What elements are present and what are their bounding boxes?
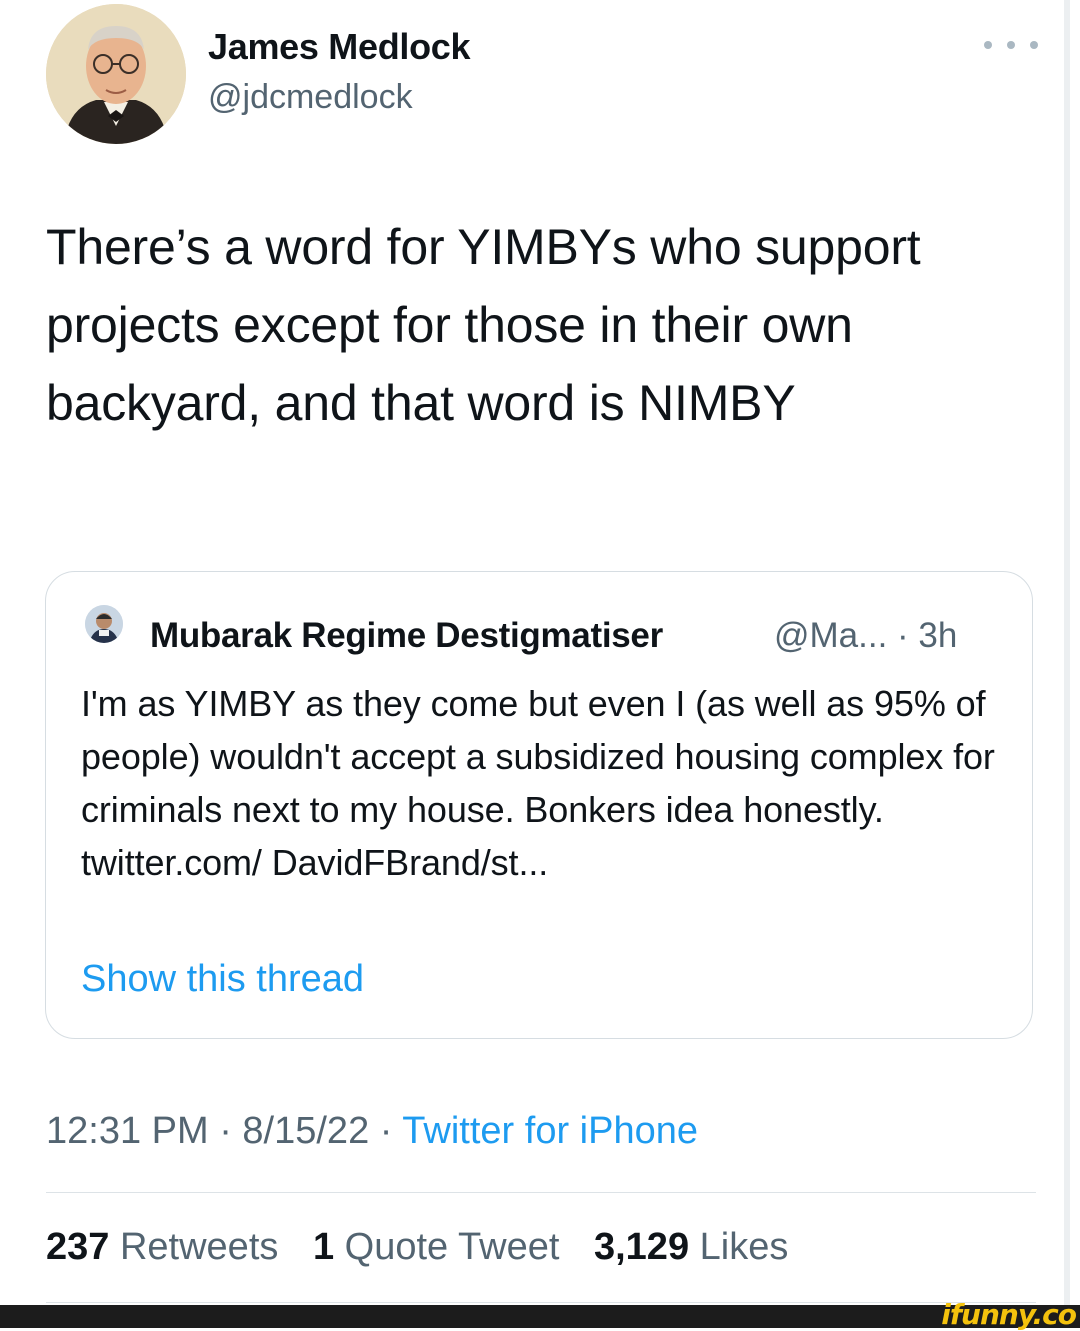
author-name[interactable]: James Medlock — [208, 26, 471, 68]
more-dot — [1030, 41, 1038, 49]
quoted-handle-time: @Ma... · 3h — [774, 616, 958, 655]
retweets-label: Retweets — [119, 1226, 279, 1268]
avatar-image — [85, 605, 123, 643]
watermark-bar — [0, 1305, 1080, 1328]
portrait-image — [46, 4, 186, 144]
tweet-text: There’s a word for YIMBYs who support pr… — [46, 219, 921, 431]
likes-label: Likes — [699, 1226, 789, 1268]
retweets-count: 237 — [46, 1226, 110, 1268]
divider — [46, 1192, 1036, 1193]
quote-tweets-stat[interactable]: 1 Quote Tweet — [313, 1226, 559, 1268]
quoted-tweet-card[interactable]: Mubarak Regime Destigmatiser @Ma... · 3h… — [45, 571, 1033, 1039]
quote-tweets-label: Quote Tweet — [344, 1226, 560, 1268]
likes-stat[interactable]: 3,129 Likes — [594, 1226, 788, 1268]
quoted-author-name[interactable]: Mubarak Regime Destigmatiser — [150, 616, 663, 656]
more-dot — [1007, 41, 1015, 49]
more-dot — [984, 41, 992, 49]
quoted-tweet-text: I'm as YIMBY as they come but even I (as… — [81, 683, 995, 883]
more-options-icon[interactable] — [984, 28, 1038, 62]
ifunny-watermark: ifunny.co — [941, 1298, 1077, 1331]
right-edge-rule — [1064, 0, 1070, 1305]
divider — [46, 1302, 1036, 1303]
engagement-stats: 237 Retweets 1 Quote Tweet 3,129 Likes — [46, 1226, 812, 1269]
quoted-author-avatar[interactable] — [85, 605, 123, 643]
tweet-metadata: 12:31 PM · 8/15/22 · Twitter for iPhone — [46, 1110, 698, 1153]
show-thread-link[interactable]: Show this thread — [81, 958, 364, 1001]
author-handle[interactable]: @jdcmedlock — [208, 78, 413, 117]
author-avatar[interactable] — [46, 4, 186, 144]
likes-count: 3,129 — [593, 1226, 690, 1268]
quote-tweets-count: 1 — [312, 1226, 335, 1268]
retweets-stat[interactable]: 237 Retweets — [46, 1226, 278, 1268]
source-link[interactable]: Twitter for iPhone — [402, 1110, 698, 1152]
timestamp: 12:31 PM · 8/15/22 · — [46, 1110, 403, 1152]
